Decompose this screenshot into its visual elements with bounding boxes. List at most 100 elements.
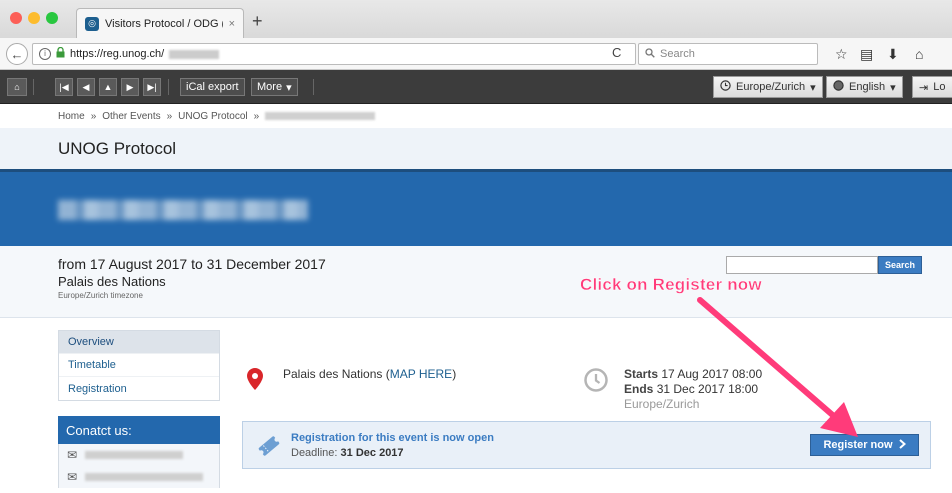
event-title-redacted: [58, 200, 308, 220]
chevron-right-icon: [898, 438, 906, 452]
site-search-input[interactable]: [726, 256, 878, 274]
ical-export-button[interactable]: iCal export: [180, 78, 245, 96]
globe-icon: [833, 80, 844, 94]
zoom-window-button[interactable]: [46, 12, 58, 24]
map-link[interactable]: MAP HERE: [390, 367, 452, 381]
breadcrumb: Home » Other Events » UNOG Protocol »: [0, 104, 952, 128]
contact-email-row[interactable]: ✉: [58, 466, 220, 488]
deadline-value: 31 Dec 2017: [340, 447, 404, 459]
breadcrumb-home[interactable]: Home: [58, 111, 85, 122]
bookmark-star-icon[interactable]: ☆: [835, 46, 848, 63]
reading-list-icon[interactable]: ▤: [860, 46, 873, 63]
more-dropdown-button[interactable]: More ▾: [251, 78, 298, 96]
caret-down-icon: ▾: [286, 81, 292, 94]
event-toolbar: ⌂ |◀ ◀ ▲ ▶ ▶| iCal export More ▾ Europe/…: [0, 70, 952, 104]
contact-heading: Conatct us:: [58, 416, 220, 444]
login-label: Lo: [933, 81, 946, 93]
ticket-icon: [257, 434, 281, 461]
tab-title: Visitors Protocol / ODG (17 Au: [105, 17, 223, 30]
browser-tab[interactable]: ◎ Visitors Protocol / ODG (17 Au ×: [76, 8, 244, 38]
login-button[interactable]: ⇥ Lo: [912, 76, 952, 98]
home-button[interactable]: ⌂: [7, 78, 27, 96]
register-now-button[interactable]: Register now: [810, 434, 919, 456]
register-now-label: Register now: [823, 439, 893, 451]
toolbar-divider: [168, 79, 169, 95]
up-category-button[interactable]: ▲: [99, 78, 117, 96]
event-location: Palais des Nations (MAP HERE): [283, 367, 456, 381]
breadcrumb-separator: »: [166, 110, 173, 122]
first-event-button[interactable]: |◀: [55, 78, 73, 96]
menu-item-timetable[interactable]: Timetable: [59, 354, 219, 377]
contact-email-redacted: [85, 473, 204, 481]
site-search-button[interactable]: Search: [878, 256, 922, 274]
event-banner: [0, 172, 952, 246]
envelope-icon: ✉: [67, 448, 78, 462]
category-title: UNOG Protocol: [58, 138, 177, 158]
browser-nav-bar: ← i https://reg.unog.ch/ C Search ☆ ▤ ⬇ …: [0, 38, 952, 70]
breadcrumb-other-events[interactable]: Other Events: [102, 111, 160, 122]
registration-box: Registration for this event is now open …: [242, 421, 931, 469]
search-icon: [645, 47, 655, 61]
triangle-right-icon: ▶: [126, 81, 134, 92]
minimize-window-button[interactable]: [28, 12, 40, 24]
toolbar-divider: [313, 79, 314, 95]
last-event-button[interactable]: ▶|: [143, 78, 161, 96]
location-close: ): [452, 367, 457, 381]
address-bar[interactable]: i https://reg.unog.ch/: [32, 43, 636, 65]
home-icon[interactable]: ⌂: [915, 46, 923, 62]
lock-icon: [56, 46, 65, 61]
starts-label: Starts: [624, 367, 659, 381]
triangle-left-icon: ◀: [82, 81, 90, 92]
next-event-button[interactable]: ▶: [121, 78, 139, 96]
timezone-label: Europe/Zurich: [736, 81, 806, 93]
category-header: UNOG Protocol: [0, 128, 952, 172]
close-window-button[interactable]: [10, 12, 22, 24]
more-label: More: [257, 81, 283, 93]
skip-last-icon: ▶|: [147, 81, 157, 92]
info-icon[interactable]: i: [39, 48, 51, 60]
ends-label: Ends: [624, 382, 654, 396]
clock-icon: [720, 80, 731, 94]
previous-event-button[interactable]: ◀: [77, 78, 95, 96]
menu-item-registration[interactable]: Registration: [59, 377, 219, 400]
event-side-menu: Overview Timetable Registration: [58, 330, 220, 401]
annotation-text: Click on Register now: [580, 275, 762, 294]
location-name: Palais des Nations (: [283, 367, 390, 381]
url-redacted: [169, 49, 220, 59]
clock-icon: [584, 368, 608, 395]
back-button[interactable]: ←: [6, 43, 28, 65]
contact-email-redacted: [85, 451, 184, 459]
deadline-label: Deadline:: [291, 447, 338, 459]
language-selector[interactable]: English ▾: [826, 76, 903, 98]
ical-export-label: iCal export: [186, 81, 239, 93]
breadcrumb-unog-protocol[interactable]: UNOG Protocol: [178, 111, 247, 122]
download-icon[interactable]: ⬇: [887, 46, 899, 63]
reload-icon[interactable]: C: [612, 45, 621, 60]
registration-open-title: Registration for this event is now open: [291, 432, 494, 444]
starts-value: 17 Aug 2017 08:00: [661, 367, 763, 381]
house-icon: ⌂: [14, 82, 20, 92]
breadcrumb-separator: »: [90, 110, 97, 122]
timezone-selector[interactable]: Europe/Zurich ▾: [713, 76, 823, 98]
login-icon: ⇥: [919, 81, 929, 94]
new-tab-button[interactable]: +: [252, 12, 263, 30]
event-venue: Palais des Nations: [58, 274, 166, 289]
tab-close-icon[interactable]: ×: [229, 18, 235, 30]
breadcrumb-redacted: [265, 112, 376, 120]
event-times: Starts 17 Aug 2017 08:00 Ends 31 Dec 201…: [624, 367, 762, 412]
map-pin-icon: [247, 368, 263, 393]
site-favicon-icon: ◎: [85, 16, 99, 31]
browser-search-field[interactable]: Search: [638, 43, 818, 65]
menu-item-overview[interactable]: Overview: [59, 331, 219, 354]
back-arrow-icon: ←: [10, 46, 24, 62]
caret-down-icon: ▾: [890, 81, 896, 94]
contact-email-row[interactable]: ✉: [58, 444, 220, 466]
registration-deadline: Deadline: 31 Dec 2017: [291, 447, 404, 459]
ends-value: 31 Dec 2017 18:00: [656, 382, 759, 396]
triangle-up-icon: ▲: [103, 82, 113, 92]
breadcrumb-separator: »: [253, 110, 260, 122]
event-dates: from 17 August 2017 to 31 December 2017: [58, 256, 326, 272]
event-info-bar: from 17 August 2017 to 31 December 2017 …: [0, 246, 952, 318]
url-text: https://reg.unog.ch/: [70, 48, 165, 60]
browser-tab-bar: ◎ Visitors Protocol / ODG (17 Au × +: [0, 0, 952, 38]
